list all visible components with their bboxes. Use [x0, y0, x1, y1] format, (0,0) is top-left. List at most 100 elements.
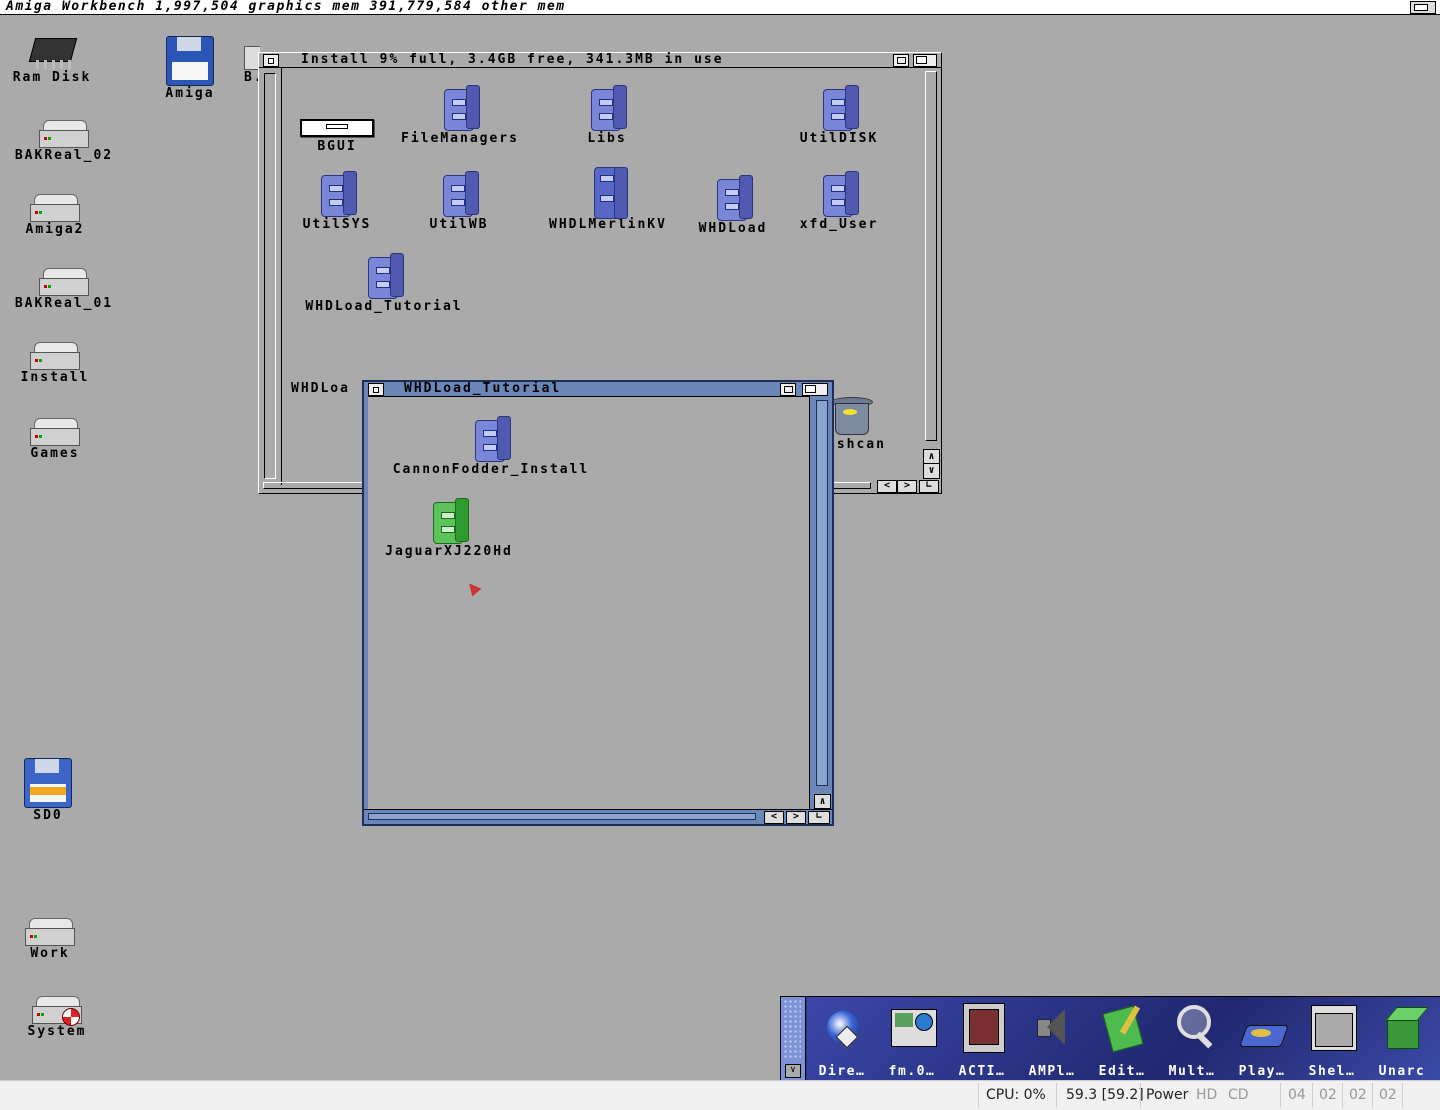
scroll-right-arrow-icon[interactable]: > [897, 480, 917, 493]
tutorial-window-titlebar[interactable]: WHDLoad_Tutorial [364, 381, 832, 397]
tutorial-horizontal-scroll-track[interactable] [368, 813, 756, 820]
scroll-left-arrow-icon[interactable]: < [764, 811, 784, 824]
df3-track: 02 [1379, 1087, 1397, 1103]
system-drive-icon [32, 996, 82, 1026]
install-window-titlebar[interactable]: Install 9% full, 3.4GB free, 341.3MB in … [259, 52, 941, 68]
install-icon-utilsys[interactable]: UtilSYS [289, 167, 385, 232]
dock-item-activity[interactable]: ACTI… [947, 997, 1017, 1081]
desktop-icon-system[interactable]: System [10, 996, 104, 1039]
unarc-cube-icon [1381, 1003, 1429, 1051]
install-icon-utilwb[interactable]: UtilWB [415, 167, 503, 232]
df2-track: 02 [1349, 1087, 1367, 1103]
directory-opus-icon [821, 1003, 865, 1051]
hard-drive-icon [39, 268, 89, 296]
install-icon-utildisk[interactable]: UtilDISK [789, 81, 889, 146]
tutorial-horizontal-scrollbar[interactable]: < > ∟ [364, 809, 832, 824]
tutorial-window-right-border: ∧ ∨ [809, 396, 832, 824]
tutorial-vertical-scroll-track[interactable] [816, 400, 828, 786]
cabinet-icon [361, 331, 363, 381]
install-icon-bgui[interactable]: BGUI [297, 119, 377, 154]
tutorial-icon-jaguarxj220hd[interactable]: JaguarXJ220Hd [374, 494, 524, 559]
install-vertical-scrollbar[interactable]: ∧ ∨ [921, 67, 941, 479]
dock-item-directory-opus[interactable]: Dire… [807, 997, 877, 1081]
cabinet-icon [317, 167, 357, 217]
dock-item-shell[interactable]: Shel… [1297, 997, 1367, 1081]
floppy-disk-icon [24, 758, 72, 808]
close-gadget[interactable] [368, 383, 384, 396]
tall-cabinet-icon [588, 167, 628, 219]
tutorial-vertical-scrollbar[interactable]: ∧ ∨ [812, 396, 832, 824]
speaker-icon [1031, 1003, 1075, 1051]
cabinet-icon [819, 81, 859, 131]
cpu-usage: CPU: 0% [986, 1087, 1046, 1103]
tutorial-icon-cannonfodder-install[interactable]: CannonFodder_Install [376, 412, 606, 477]
depth-gadget[interactable] [913, 54, 937, 67]
dock-item-amplifier[interactable]: AMPl… [1017, 997, 1087, 1081]
install-window-left-border [259, 67, 282, 485]
power-led: Power [1146, 1087, 1189, 1103]
desktop-icon-ram-disk[interactable]: Ram Disk [4, 30, 100, 85]
cabinet-icon [713, 171, 753, 221]
dock-item-player[interactable]: Play… [1227, 997, 1297, 1081]
install-vertical-scroll-track[interactable] [925, 71, 937, 441]
zoom-gadget[interactable] [780, 383, 796, 396]
hard-drive-icon [30, 342, 80, 370]
df0-track: 04 [1288, 1087, 1306, 1103]
emulator-status-bar: CPU: 0% 59.3 [59.2] Power HD CD 04 02 02… [0, 1080, 1440, 1110]
dock-bar[interactable]: ∨ Dire… fm.0… ACTI… AMPl… Edit… Mult… Pl… [780, 996, 1440, 1082]
resize-gadget-icon[interactable]: ∟ [808, 811, 830, 824]
desktop-icon-amiga[interactable]: Amiga [150, 36, 230, 101]
cd-led: CD [1228, 1087, 1249, 1103]
file-manager-icon [891, 1003, 937, 1051]
cabinet-icon [587, 81, 627, 131]
cabinet-icon [471, 412, 511, 462]
df1-track: 02 [1319, 1087, 1337, 1103]
dock-handle[interactable]: ∨ [781, 997, 806, 1081]
hard-drive-icon [25, 918, 75, 946]
install-icon-xfd-user[interactable]: xfd_User [789, 167, 889, 232]
hard-drive-icon [30, 418, 80, 446]
desktop-icon-sd0[interactable]: SD0 [10, 758, 86, 823]
dock-item-fm[interactable]: fm.0… [877, 997, 947, 1081]
tutorial-window-title: WHDLoad_Tutorial [404, 381, 562, 396]
scroll-right-arrow-icon[interactable]: > [786, 811, 806, 824]
desktop-icon-games[interactable]: Games [10, 418, 100, 461]
hard-drive-icon [39, 120, 89, 148]
screen-title: Amiga Workbench 1,997,504 graphics mem 3… [6, 0, 566, 14]
shell-icon [1311, 1003, 1357, 1051]
dock-item-multiview[interactable]: Mult… [1157, 997, 1227, 1081]
install-icon-whdlmerlinkv[interactable]: WHDLMerlinKV [537, 167, 679, 232]
resize-gadget-icon[interactable]: ∟ [919, 480, 939, 493]
install-icon-trashcan[interactable]: ashcan [827, 393, 893, 452]
whdload-tutorial-window[interactable]: WHDLoad_Tutorial ∧ ∨ < > ∟ CannonFodder_… [362, 380, 834, 826]
fps-readout: 59.3 [59.2] [1066, 1087, 1144, 1103]
hard-drive-icon [30, 194, 80, 222]
scroll-down-arrow-icon[interactable]: ∨ [923, 463, 940, 479]
screen-depth-gadget[interactable] [1410, 1, 1436, 14]
desktop-icon-work[interactable]: Work [10, 918, 90, 961]
dock-item-editor[interactable]: Edit… [1087, 997, 1157, 1081]
cabinet-icon [819, 167, 859, 217]
depth-gadget[interactable] [802, 383, 828, 396]
install-icon-whdloa[interactable]: WHDLoa [291, 331, 363, 396]
cabinet-icon [440, 81, 480, 131]
floppy-disk-icon [166, 36, 214, 86]
install-window-title: Install 9% full, 3.4GB free, 341.3MB in … [301, 52, 724, 67]
install-icon-whdload-tutorial[interactable]: WHDLoad_Tutorial [289, 249, 479, 314]
desktop-icon-amiga2[interactable]: Amiga2 [10, 194, 100, 237]
zoom-gadget[interactable] [893, 54, 909, 67]
dock-item-unarc[interactable]: Unarc [1367, 997, 1437, 1081]
dock-collapse-arrow-icon[interactable]: ∨ [785, 1064, 801, 1078]
green-cabinet-icon [429, 494, 469, 544]
activity-icon [961, 1003, 1005, 1053]
install-icon-whdload[interactable]: WHDLoad [691, 171, 775, 236]
desktop-icon-bakreal-02[interactable]: BAKReal_02 [4, 120, 124, 163]
desktop-icon-bakreal-01[interactable]: BAKReal_01 [4, 268, 124, 311]
close-gadget[interactable] [263, 54, 279, 67]
notepad-icon [1101, 1003, 1145, 1053]
install-icon-libs[interactable]: Libs [565, 81, 649, 146]
install-icon-filemanagers[interactable]: FileManagers [385, 81, 535, 146]
desktop-icon-install[interactable]: Install [10, 342, 100, 385]
scroll-left-arrow-icon[interactable]: < [877, 480, 897, 493]
screen-title-bar[interactable]: Amiga Workbench 1,997,504 graphics mem 3… [0, 0, 1440, 15]
